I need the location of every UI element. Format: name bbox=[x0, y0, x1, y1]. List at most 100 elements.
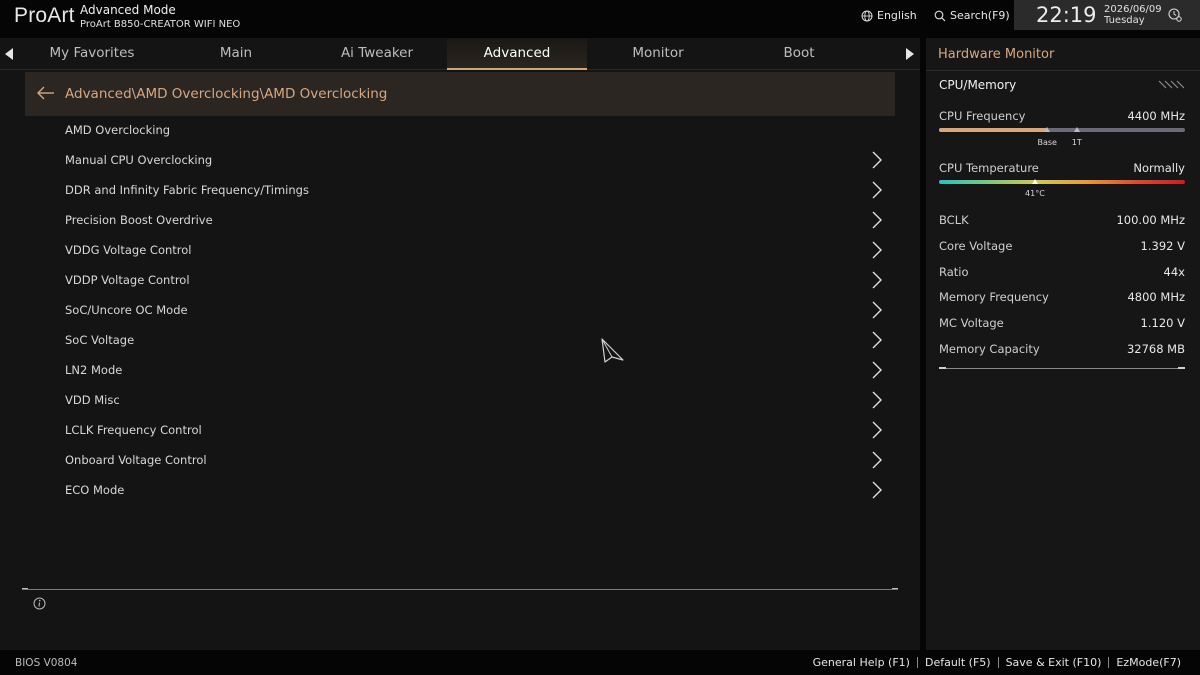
mode-title: Advanced Mode bbox=[80, 3, 176, 17]
shortcut-bar: General Help (F1) Default (F5) Save & Ex… bbox=[813, 656, 1181, 669]
hw-bottom-divider bbox=[939, 367, 1185, 369]
tab-advanced[interactable]: Advanced bbox=[447, 38, 587, 70]
hw-row-value: 32768 MB bbox=[1126, 342, 1185, 356]
main-panel: Advanced\AMD Overclocking\AMD Overclocki… bbox=[0, 70, 920, 650]
menu-item-label: VDDP Voltage Control bbox=[65, 273, 190, 287]
globe-icon bbox=[861, 10, 873, 21]
menu-item[interactable]: VDDP Voltage Control bbox=[25, 265, 895, 295]
hw-row-label: BCLK bbox=[939, 213, 969, 227]
help-divider bbox=[22, 588, 898, 590]
breadcrumb-path: Advanced\AMD Overclocking\AMD Overclocki… bbox=[65, 86, 388, 102]
bios-version: BIOS V0804 bbox=[15, 657, 78, 669]
ez-mode-button[interactable]: EzMode(F7) bbox=[1116, 656, 1181, 669]
hw-row-label: Memory Capacity bbox=[939, 342, 1040, 356]
cpu-frequency-bar-fill bbox=[939, 128, 1048, 132]
hw-section-title: CPU/Memory bbox=[939, 78, 1017, 92]
clock-panel[interactable]: 22:19 2026/06/09 Tuesday bbox=[1014, 0, 1200, 30]
hw-row-label: MC Voltage bbox=[939, 316, 1004, 331]
tab-scroll-left-icon[interactable] bbox=[5, 48, 13, 60]
menu-item[interactable]: SoC Voltage bbox=[25, 325, 895, 355]
chevron-right-icon[interactable] bbox=[870, 241, 884, 263]
cpu-frequency-bar bbox=[939, 127, 1185, 132]
chevron-right-icon[interactable] bbox=[870, 421, 884, 443]
tab-ai-tweaker[interactable]: Ai Tweaker bbox=[307, 38, 447, 70]
breadcrumb: Advanced\AMD Overclocking\AMD Overclocki… bbox=[25, 72, 895, 116]
menu-item[interactable]: Manual CPU Overclocking bbox=[25, 145, 895, 175]
chevron-right-icon[interactable] bbox=[870, 181, 884, 203]
chevron-right-icon[interactable] bbox=[870, 361, 884, 383]
tab-my-favorites[interactable]: My Favorites bbox=[22, 38, 162, 70]
menu-item-label: SoC/Uncore OC Mode bbox=[65, 303, 188, 317]
clock-time: 22:19 bbox=[1036, 3, 1097, 27]
mode-info: Advanced Mode ProArt B850-CREATOR WIFI N… bbox=[80, 4, 240, 31]
status-bar: BIOS V0804 General Help (F1) Default (F5… bbox=[0, 650, 1200, 675]
menu-item[interactable]: Precision Boost Overdrive bbox=[25, 205, 895, 235]
chevron-right-icon[interactable] bbox=[870, 451, 884, 473]
menu-item-label: LCLK Frequency Control bbox=[65, 423, 202, 437]
search-icon bbox=[934, 10, 946, 21]
menu-item[interactable]: ECO Mode bbox=[25, 475, 895, 505]
menu-item-label: ECO Mode bbox=[65, 483, 125, 497]
menu-item-label: Precision Boost Overdrive bbox=[65, 213, 213, 227]
hw-row-label: Core Voltage bbox=[939, 238, 1013, 253]
info-icon bbox=[33, 597, 46, 610]
menu-item-label: VDD Misc bbox=[65, 393, 120, 407]
search-button[interactable]: Search(F9) bbox=[934, 9, 1010, 22]
menu-item[interactable]: VDD Misc bbox=[25, 385, 895, 415]
menu-item[interactable]: SoC/Uncore OC Mode bbox=[25, 295, 895, 325]
clock-day: Tuesday bbox=[1104, 15, 1145, 26]
menu-item[interactable]: DDR and Infinity Fabric Frequency/Timing… bbox=[25, 175, 895, 205]
menu-item[interactable]: LCLK Frequency Control bbox=[25, 415, 895, 445]
section-title: AMD Overclocking bbox=[65, 123, 171, 137]
default-button[interactable]: Default (F5) bbox=[925, 656, 991, 669]
search-label: Search(F9) bbox=[950, 9, 1010, 22]
cpu-temperature-bar bbox=[939, 179, 1185, 184]
menu-item[interactable]: Onboard Voltage Control bbox=[25, 445, 895, 475]
menu-item-label: VDDG Voltage Control bbox=[65, 243, 192, 257]
chevron-right-icon[interactable] bbox=[870, 331, 884, 353]
top-bar: ProArt Advanced Mode ProArt B850-CREATOR… bbox=[0, 0, 1200, 38]
hw-row-value: 1.120 V bbox=[1140, 316, 1185, 331]
hw-row-value: 4800 MHz bbox=[1127, 290, 1185, 305]
chevron-right-icon[interactable] bbox=[870, 211, 884, 233]
back-arrow-icon[interactable] bbox=[37, 86, 55, 100]
mouse-cursor-icon bbox=[601, 338, 624, 363]
language-label: English bbox=[877, 9, 917, 22]
hw-row-label: Memory Frequency bbox=[939, 290, 1049, 305]
menu-item[interactable]: LN2 Mode bbox=[25, 355, 895, 385]
chevron-right-icon[interactable] bbox=[870, 301, 884, 323]
cpu-temperature-status: Normally bbox=[1133, 161, 1185, 175]
menu-item-label: Onboard Voltage Control bbox=[65, 453, 207, 467]
hw-row-value: 1.392 V bbox=[1140, 238, 1185, 253]
tab-scroll-right-icon[interactable] bbox=[906, 48, 914, 60]
one-t-label: 1T bbox=[1071, 138, 1082, 147]
cpu-temperature-label: CPU Temperature bbox=[939, 161, 1039, 175]
tab-bar: My Favorites Main Ai Tweaker Advanced Mo… bbox=[0, 38, 920, 70]
chevron-right-icon[interactable] bbox=[870, 481, 884, 503]
proart-logo: ProArt bbox=[14, 4, 75, 27]
menu-item-label: SoC Voltage bbox=[65, 333, 135, 347]
base-marker bbox=[1044, 127, 1051, 132]
hw-header-divider bbox=[926, 70, 1200, 71]
separator bbox=[997, 657, 999, 668]
separator bbox=[1108, 657, 1110, 668]
general-help-button[interactable]: General Help (F1) bbox=[813, 656, 910, 669]
menu-item-label: Manual CPU Overclocking bbox=[65, 153, 213, 167]
chevron-right-icon[interactable] bbox=[870, 151, 884, 173]
hardware-monitor-title: Hardware Monitor bbox=[938, 47, 1055, 62]
clock-gear-icon[interactable] bbox=[1168, 8, 1182, 22]
chevron-right-icon[interactable] bbox=[870, 391, 884, 413]
tab-main[interactable]: Main bbox=[166, 38, 306, 70]
save-exit-button[interactable]: Save & Exit (F10) bbox=[1006, 656, 1102, 669]
hw-row-value: 44x bbox=[1163, 264, 1185, 279]
collapse-stripes-icon[interactable] bbox=[1158, 80, 1184, 90]
tab-monitor[interactable]: Monitor bbox=[588, 38, 728, 70]
hardware-monitor-panel: Hardware Monitor CPU/Memory CPU Frequenc… bbox=[926, 38, 1200, 650]
tab-boot[interactable]: Boot bbox=[729, 38, 869, 70]
separator bbox=[916, 657, 918, 668]
language-button[interactable]: English bbox=[861, 9, 917, 22]
cpu-frequency-value: 4400 MHz bbox=[1127, 109, 1185, 123]
menu-item[interactable]: VDDG Voltage Control bbox=[25, 235, 895, 265]
hw-row-value: 100.00 MHz bbox=[1116, 213, 1185, 227]
chevron-right-icon[interactable] bbox=[870, 271, 884, 293]
